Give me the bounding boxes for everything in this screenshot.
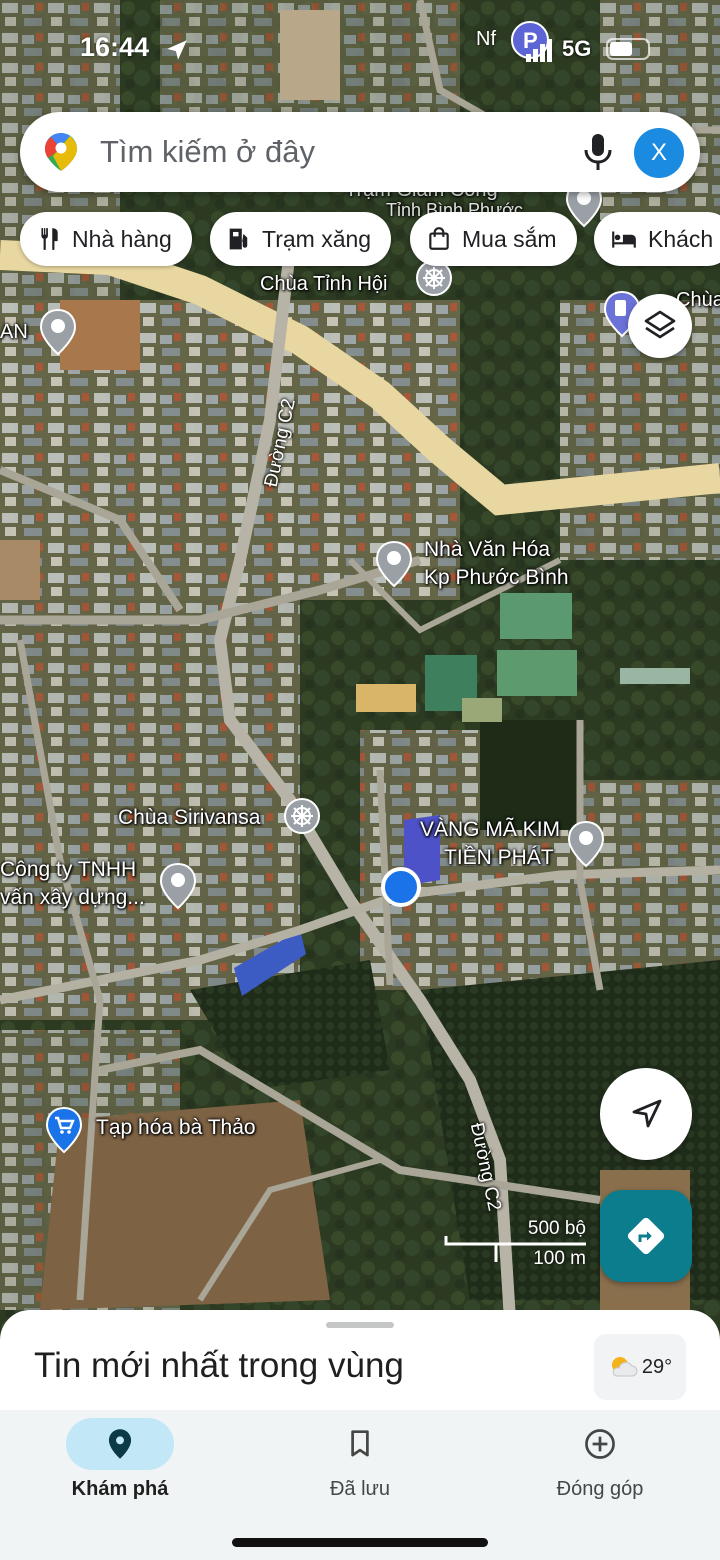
place-label-chua-sirivansa[interactable]: Chùa Sirivansa — [118, 806, 260, 830]
weather-chip[interactable]: 29° — [594, 1334, 686, 1400]
chip-restaurants[interactable]: Nhà hàng — [20, 212, 192, 266]
search-input[interactable]: Tìm kiếm ở đây — [100, 134, 315, 170]
home-indicator[interactable] — [232, 1538, 488, 1547]
place-pin-icon[interactable] — [566, 820, 606, 868]
chip-label: Trạm xăng — [262, 225, 372, 252]
place-label-cong-ty-2[interactable]: vấn xây dựng... — [0, 886, 145, 910]
chip-shopping[interactable]: Mua sắm — [410, 212, 577, 266]
place-label-tap-hoa[interactable]: Tạp hóa bà Thảo — [96, 1116, 256, 1140]
status-bar: 16:44 Nf P 5G — [0, 21, 720, 70]
battery-icon — [606, 38, 650, 60]
tab-explore[interactable]: Khám phá — [0, 1410, 240, 1520]
layers-icon — [644, 310, 676, 339]
place-pin-icon[interactable] — [374, 540, 414, 588]
my-location-button[interactable] — [600, 1068, 692, 1160]
chip-label: Mua sắm — [462, 225, 557, 252]
temperature: 29° — [641, 1355, 673, 1378]
place-label-tien-phat[interactable]: TIỀN PHÁT — [444, 846, 554, 870]
bottom-sheet[interactable]: Tin mới nhất trong vùng 29° — [0, 1310, 720, 1420]
place-label-vang-ma[interactable]: VÀNG MÃ KIM — [420, 818, 560, 842]
status-time: 16:44 — [80, 32, 150, 62]
chip-gas-stations[interactable]: Trạm xăng — [210, 212, 392, 266]
place-label-cong-ty[interactable]: Công ty TNHH — [0, 858, 136, 882]
gas-station-icon — [229, 228, 248, 250]
temple-pin-icon[interactable] — [282, 796, 322, 844]
place-label-kp-phuoc-binh[interactable]: Kp Phước Bình — [424, 566, 569, 590]
search-bar[interactable]: Tìm kiếm ở đây X — [20, 112, 700, 192]
shopping-bag-icon — [429, 227, 449, 250]
account-avatar[interactable]: X — [634, 128, 684, 178]
sheet-title: Tin mới nhất trong vùng — [34, 1346, 404, 1385]
explore-pin-icon — [108, 1429, 132, 1459]
place-pin-icon[interactable] — [158, 862, 198, 910]
chip-label: Nhà hàng — [72, 225, 172, 252]
tab-label: Khám phá — [71, 1478, 169, 1500]
restaurant-icon — [41, 228, 58, 250]
sheet-drag-handle[interactable] — [326, 1322, 394, 1328]
chip-label: Khách — [648, 225, 714, 252]
navigation-arrow-icon — [632, 1099, 662, 1128]
scale-metric: 100 m — [533, 1248, 586, 1269]
microphone-icon[interactable] — [580, 130, 616, 174]
google-maps-logo-icon — [45, 133, 77, 171]
tab-contribute[interactable]: Đóng góp — [480, 1410, 720, 1520]
bookmark-icon — [351, 1430, 369, 1457]
tab-label: Đã lưu — [329, 1478, 391, 1500]
store-pin-icon[interactable] — [44, 1106, 84, 1154]
partly-cloudy-icon — [611, 1357, 638, 1377]
signal-bars-icon — [526, 39, 552, 62]
tab-label: Đóng góp — [556, 1478, 644, 1500]
tab-saved[interactable]: Đã lưu — [240, 1410, 480, 1520]
scale-imperial: 500 bộ — [527, 1218, 586, 1239]
place-label-nha-van-hoa[interactable]: Nhà Văn Hóa — [424, 538, 550, 562]
directions-icon — [627, 1217, 665, 1255]
place-label-chua-tinh-hoi[interactable]: Chùa Tỉnh Hội — [260, 272, 387, 296]
carrier-badge: Nf — [476, 28, 496, 50]
my-location-dot — [381, 867, 421, 907]
place-pin-icon[interactable] — [38, 308, 78, 356]
network-type: 5G — [562, 36, 592, 61]
layers-button[interactable] — [628, 294, 692, 358]
directions-button[interactable] — [600, 1190, 692, 1282]
location-arrow-icon — [167, 40, 187, 60]
place-label-an[interactable]: AN — [0, 320, 28, 344]
map-scale: 500 bộ 100 m — [440, 1218, 590, 1269]
add-circle-icon — [585, 1429, 615, 1459]
hotel-icon — [612, 231, 636, 248]
chip-hotels[interactable]: Khách — [594, 212, 720, 266]
